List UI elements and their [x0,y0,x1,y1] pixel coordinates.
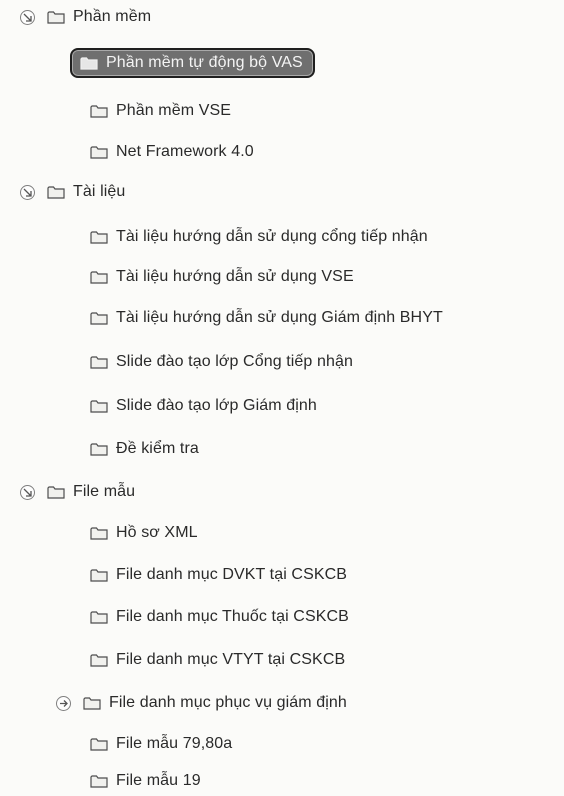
folder-icon [90,399,108,413]
collapse-arrow-icon[interactable] [20,484,35,500]
tree-node-label: Tài liệu hướng dẫn sử dụng Giám định BHY… [116,309,443,326]
folder-icon [80,56,98,70]
folder-icon [90,526,108,540]
tree-node-label: File mẫu 79,80a [116,735,233,752]
folder-icon [47,185,65,199]
folder-icon [90,230,108,244]
tree-node-tai-lieu-vse[interactable]: Tài liệu hướng dẫn sử dụng VSE [90,262,354,292]
tree-node-label: File mẫu [73,483,136,500]
tree-node-de-kiem-tra[interactable]: Đề kiểm tra [90,434,199,464]
tree-node-label: File danh mục phục vụ giám định [109,694,347,711]
folder-icon [90,104,108,118]
folder-icon [90,737,108,751]
tree-node-label: Tài liệu [73,183,126,200]
folder-icon [83,696,101,710]
tree-node-label: Slide đào tạo lớp Giám định [116,397,317,414]
tree-node-danh-muc-giam-dinh[interactable]: File danh mục phục vụ giám định [56,688,347,718]
tree-node-label: Tài liệu hướng dẫn sử dụng cổng tiếp nhậ… [116,228,428,245]
collapse-arrow-icon[interactable] [20,9,35,25]
tree-node-tai-lieu-giam-dinh[interactable]: Tài liệu hướng dẫn sử dụng Giám định BHY… [90,303,443,333]
tree-node-label: Tài liệu hướng dẫn sử dụng VSE [116,268,354,285]
folder-icon [90,442,108,456]
folder-icon [90,610,108,624]
folder-icon [90,311,108,325]
tree-node-label: Đề kiểm tra [116,440,199,457]
tree-node-slide-giam-dinh[interactable]: Slide đào tạo lớp Giám định [90,391,317,421]
tree-node-file-mau-79-80a[interactable]: File mẫu 79,80a [90,729,232,759]
tree-node-label: Net Framework 4.0 [116,143,254,160]
tree-node-tai-lieu[interactable]: Tài liệu [20,177,125,207]
folder-icon [90,568,108,582]
tree-node-label: File mẫu 19 [116,772,201,789]
folder-icon [90,270,108,284]
tree-node-label: File danh mục VTYT tại CSKCB [116,651,346,668]
folder-icon [47,485,65,499]
tree-node-label: Phần mềm [73,8,152,25]
collapse-arrow-icon[interactable] [20,184,35,200]
tree-node-label: Hồ sơ XML [116,524,198,541]
folder-icon [90,653,108,667]
tree-node-file-mau-19[interactable]: File mẫu 19 [90,766,201,796]
folder-icon [47,10,65,24]
tree-node-label: Slide đào tạo lớp Cổng tiếp nhận [116,353,353,370]
tree-node-file-mau[interactable]: File mẫu [20,477,135,507]
tree-node-danh-muc-dvkt[interactable]: File danh mục DVKT tại CSKCB [90,560,347,590]
folder-icon [90,355,108,369]
folder-tree: Phần mềm Phần mềm tự động bộ VAS Phần mề… [0,0,564,795]
tree-node-net-framework[interactable]: Net Framework 4.0 [90,137,254,167]
tree-node-label: Phần mềm VSE [116,102,232,119]
expand-arrow-icon[interactable] [56,695,71,711]
tree-node-slide-cong-tiep-nhan[interactable]: Slide đào tạo lớp Cổng tiếp nhận [90,347,353,377]
tree-node-ho-so-xml[interactable]: Hồ sơ XML [90,518,198,548]
tree-node-label: File danh mục DVKT tại CSKCB [116,566,348,583]
folder-icon [90,145,108,159]
tree-node-phan-mem-tu-dong-bo-vas[interactable]: Phần mềm tự động bộ VAS [70,48,315,78]
tree-node-danh-muc-vtyt[interactable]: File danh mục VTYT tại CSKCB [90,645,345,675]
tree-node-phan-mem[interactable]: Phần mềm [20,2,151,32]
folder-icon [90,774,108,788]
tree-node-tai-lieu-cong-tiep-nhan[interactable]: Tài liệu hướng dẫn sử dụng cổng tiếp nhậ… [90,222,428,252]
tree-node-label: File danh mục Thuốc tại CSKCB [116,608,349,625]
tree-node-danh-muc-thuoc[interactable]: File danh mục Thuốc tại CSKCB [90,602,349,632]
tree-node-label: Phần mềm tự động bộ VAS [106,54,303,71]
tree-node-phan-mem-vse[interactable]: Phần mềm VSE [90,96,231,126]
